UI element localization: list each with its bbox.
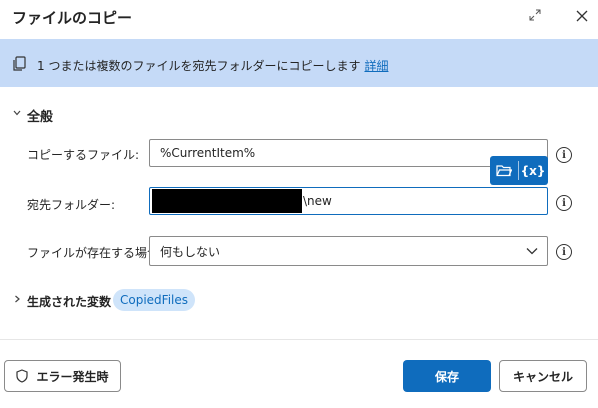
save-button[interactable]: 保存	[403, 360, 491, 392]
info-icon[interactable]: i	[556, 244, 572, 260]
close-icon	[576, 10, 588, 22]
section-general-title[interactable]: 全般	[27, 106, 53, 125]
close-button[interactable]	[570, 4, 594, 28]
on-error-label: エラー発生時	[36, 369, 109, 384]
redacted-region	[152, 189, 302, 213]
dialog-title: ファイルのコピー	[12, 9, 133, 27]
banner-description: 1 つまたは複数のファイルを宛先フォルダーにコピーします	[37, 59, 361, 73]
destination-folder-input[interactable]: \new	[149, 187, 548, 215]
on-error-button[interactable]: エラー発生時	[4, 360, 121, 392]
produced-variables-title[interactable]: 生成された変数	[27, 293, 111, 310]
expand-icon	[529, 9, 541, 21]
if-exists-label: ファイルが存在する場合:	[27, 246, 164, 260]
banner-text: 1 つまたは複数のファイルを宛先フォルダーにコピーします 詳細	[37, 57, 388, 74]
info-icon[interactable]: i	[556, 195, 572, 211]
cancel-button[interactable]: キャンセル	[499, 360, 587, 392]
chevron-down-icon	[526, 248, 538, 255]
variable-pill[interactable]: CopiedFiles	[113, 289, 196, 311]
chevron-down-icon[interactable]	[12, 108, 22, 121]
info-icon[interactable]: i	[556, 147, 572, 163]
copy-icon	[13, 56, 26, 71]
chevron-right-icon[interactable]	[12, 294, 22, 307]
source-file-label: コピーするファイル:	[27, 148, 140, 162]
details-link[interactable]: 詳細	[364, 59, 388, 73]
folder-icon	[496, 165, 512, 177]
if-exists-value: 何もしない	[160, 244, 221, 259]
insert-variable-button[interactable]: {x}	[519, 156, 547, 185]
browse-folder-button[interactable]	[490, 156, 518, 185]
footer-divider	[0, 339, 598, 340]
destination-folder-value: \new	[303, 194, 332, 208]
source-file-input[interactable]: %CurrentItem%	[149, 139, 548, 167]
field-action-group: {x}	[490, 156, 548, 185]
destination-folder-label: 宛先フォルダー:	[27, 198, 116, 212]
if-exists-dropdown[interactable]: 何もしない	[149, 236, 548, 266]
expand-button[interactable]	[524, 4, 546, 26]
source-file-value: %CurrentItem%	[160, 146, 256, 160]
shield-icon	[16, 369, 29, 383]
